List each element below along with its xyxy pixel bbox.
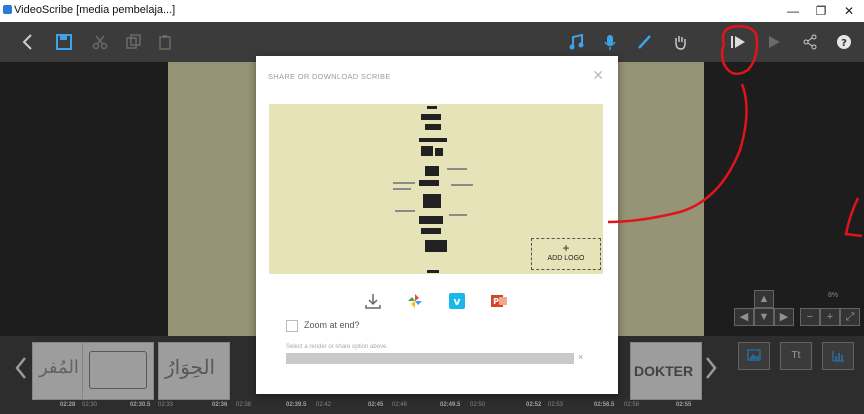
red-annotation (607, 25, 863, 238)
